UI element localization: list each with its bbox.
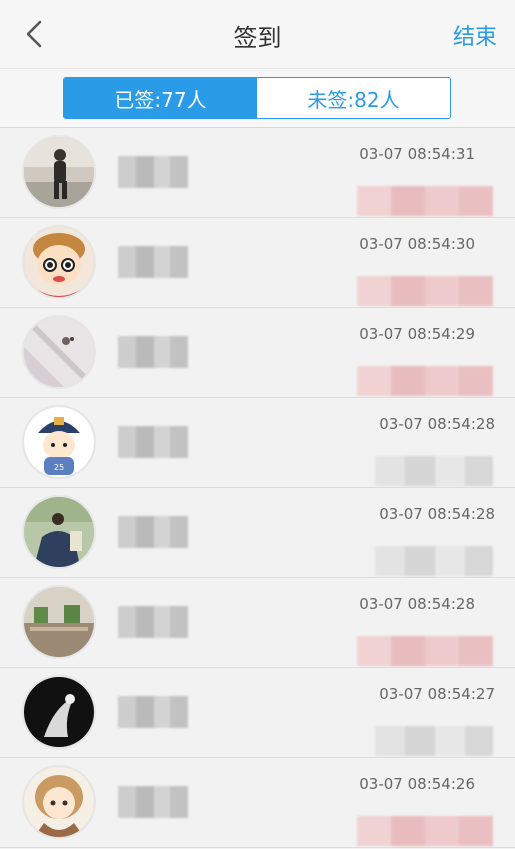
list-item[interactable]: 03-07 08:54:27 <box>0 668 515 758</box>
sign-in-time: 03-07 08:54:28 <box>379 505 495 523</box>
svg-text:25: 25 <box>54 463 64 472</box>
blurred-name <box>118 516 188 548</box>
avatar-photo-person <box>22 135 96 209</box>
blurred-name <box>118 786 188 818</box>
tab-not-signed-in[interactable]: 未签:82人 <box>257 78 450 118</box>
sign-in-time: 03-07 08:54:26 <box>359 775 475 793</box>
avatar-photo-dark <box>22 675 96 749</box>
blurred-detail <box>357 366 493 396</box>
sign-in-time: 03-07 08:54:28 <box>379 415 495 433</box>
avatar-cartoon-anime <box>22 765 96 839</box>
avatar-photo-building <box>22 585 96 659</box>
blurred-detail <box>357 636 493 666</box>
sign-in-time: 03-07 08:54:27 <box>379 685 495 703</box>
sign-in-time: 03-07 08:54:28 <box>359 595 475 613</box>
blurred-name <box>118 156 188 188</box>
list-item[interactable]: 03-07 08:54:28 <box>0 578 515 668</box>
list-item[interactable]: 03-07 08:54:28 <box>0 488 515 578</box>
top-bar: 签到 结束 <box>0 0 515 69</box>
avatar-cartoon-boy: 25 <box>22 405 96 479</box>
list-item[interactable]: 03-07 08:54:26 <box>0 758 515 848</box>
blurred-name <box>118 246 188 278</box>
blurred-detail <box>375 456 493 486</box>
list-item[interactable]: 03-07 08:54:29 <box>0 308 515 398</box>
blurred-name <box>118 426 188 458</box>
sign-in-time: 03-07 08:54:30 <box>359 235 475 253</box>
blurred-name <box>118 696 188 728</box>
blurred-detail <box>375 726 493 756</box>
blurred-name <box>118 606 188 638</box>
blurred-detail <box>357 186 493 216</box>
avatar-cartoon-girl <box>22 225 96 299</box>
end-button[interactable]: 结束 <box>453 19 497 51</box>
sign-in-time: 03-07 08:54:29 <box>359 325 475 343</box>
tab-signed-in[interactable]: 已签:77人 <box>64 78 257 118</box>
blurred-detail <box>357 816 493 846</box>
avatar-photo-outdoor <box>22 495 96 569</box>
attendee-list: 03-07 08:54:31 03-07 08:54:30 03-07 08:5… <box>0 128 515 848</box>
avatar-photo-light <box>22 315 96 389</box>
list-item[interactable]: 03-07 08:54:30 <box>0 218 515 308</box>
page-title: 签到 <box>233 24 282 52</box>
blurred-detail <box>375 546 493 576</box>
segmented-control-container: 已签:77人 未签:82人 <box>0 69 515 128</box>
sign-in-time: 03-07 08:54:31 <box>359 145 475 163</box>
blurred-detail <box>357 276 493 306</box>
blurred-name <box>118 336 188 368</box>
list-item[interactable]: 03-07 08:54:31 <box>0 128 515 218</box>
list-item[interactable]: 25 03-07 08:54:28 <box>0 398 515 488</box>
segmented-control: 已签:77人 未签:82人 <box>63 77 451 119</box>
